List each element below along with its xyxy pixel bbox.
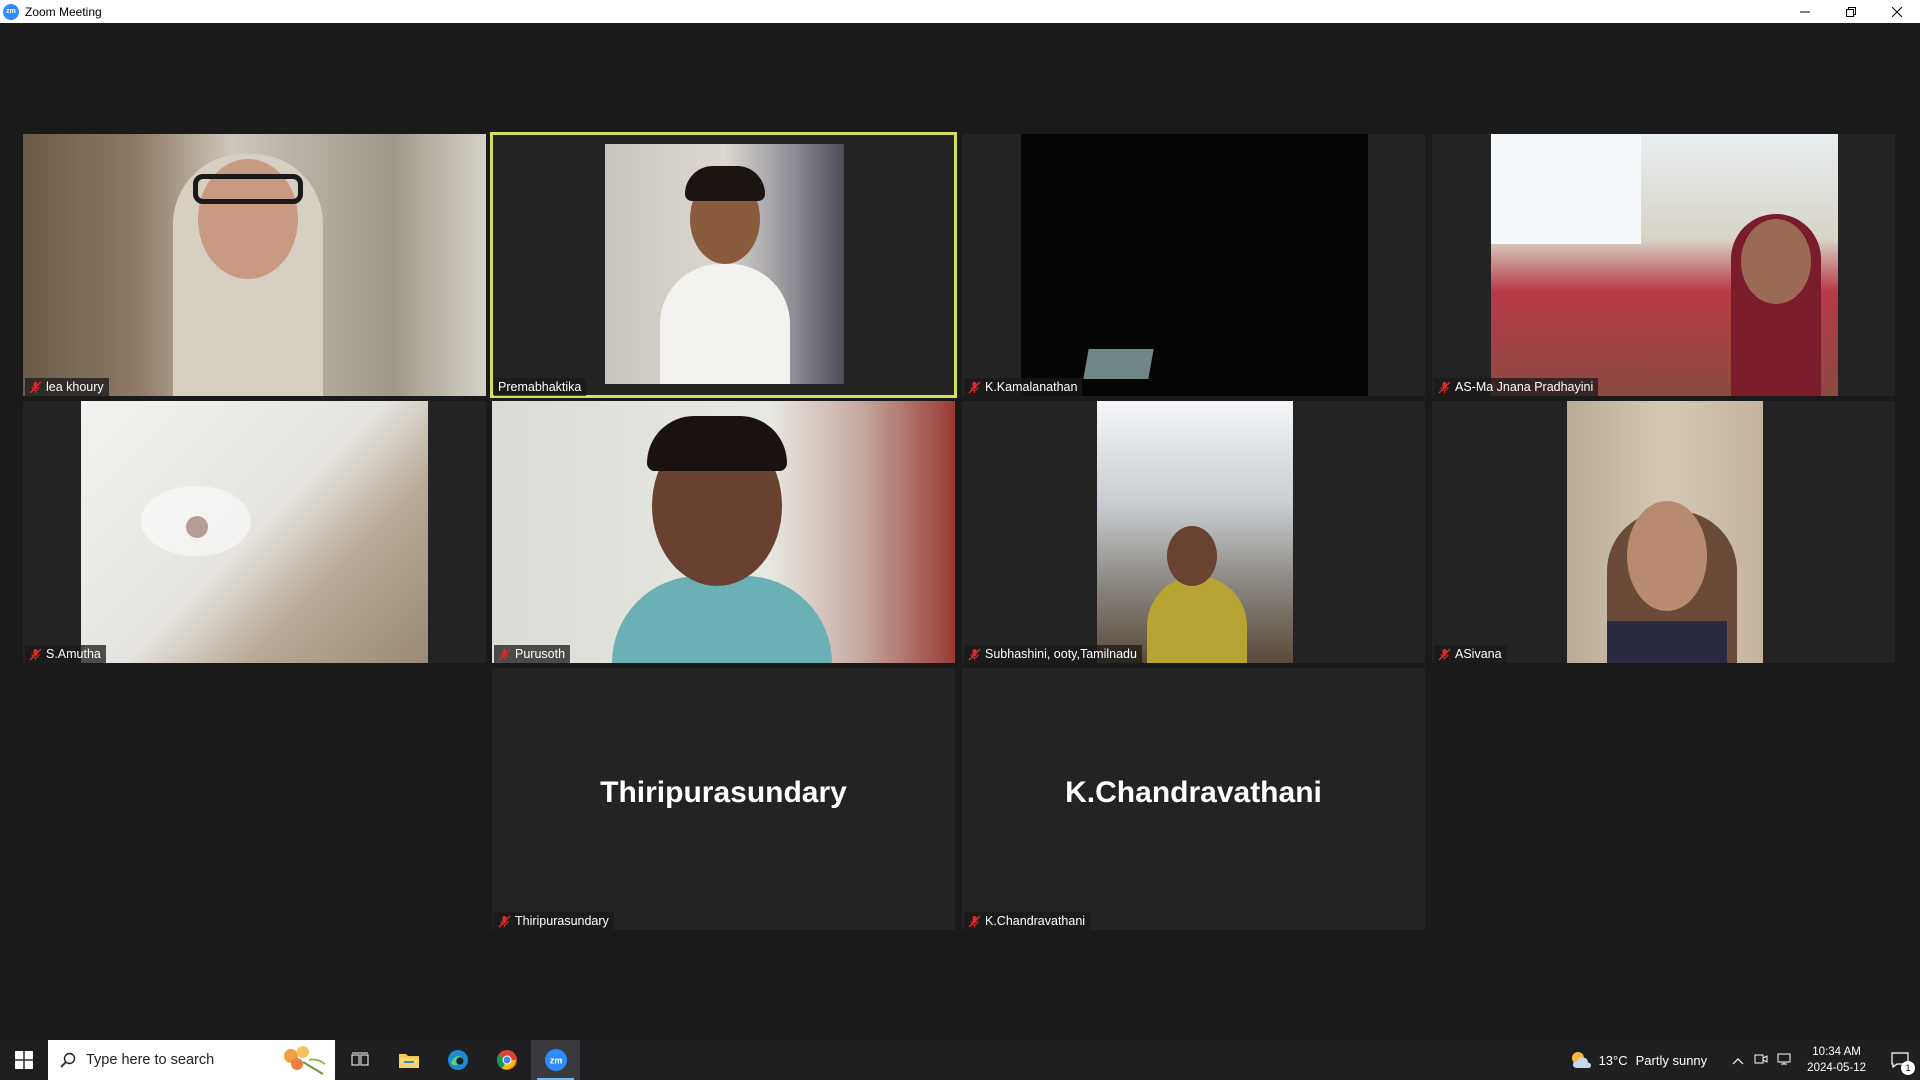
participant-tile-purusoth[interactable]: Purusoth — [492, 401, 955, 663]
participant-tile-subhashini[interactable]: Subhashini, ooty,Tamilnadu — [962, 401, 1425, 663]
mic-muted-icon — [968, 381, 981, 393]
restore-icon — [1846, 6, 1856, 17]
participant-tile-asivana[interactable]: ASivana — [1432, 401, 1895, 663]
participant-video — [1097, 401, 1293, 663]
search-highlight-icon — [284, 1046, 326, 1075]
participant-name: lea khoury — [46, 380, 104, 394]
weather-widget[interactable]: 13°C Partly sunny — [1569, 1050, 1708, 1070]
file-explorer-button[interactable] — [384, 1040, 433, 1080]
start-button[interactable] — [0, 1040, 48, 1080]
mic-muted-icon — [29, 648, 42, 660]
action-center-button[interactable]: 1 — [1880, 1040, 1920, 1080]
participant-tile-lea-khoury[interactable]: lea khoury — [23, 134, 486, 396]
participant-name: Subhashini, ooty,Tamilnadu — [985, 647, 1137, 661]
meeting-gallery-view: lea khoury Premabhaktika K.Kamalanathan — [0, 23, 1920, 1040]
meet-now-button[interactable] — [1749, 1052, 1773, 1069]
search-icon — [60, 1052, 76, 1068]
participant-namebar: S.Amutha — [25, 645, 106, 663]
mic-muted-icon — [968, 915, 981, 927]
participant-tile-k-chandravathani[interactable]: K.Chandravathani K.Chandravathani — [962, 668, 1425, 930]
participant-name: S.Amutha — [46, 647, 101, 661]
mic-muted-icon — [968, 648, 981, 660]
participant-video — [1021, 134, 1368, 396]
participant-name: ASivana — [1455, 647, 1502, 661]
show-hidden-icons-button[interactable] — [1727, 1053, 1749, 1068]
zoom-taskbar-label: zm — [549, 1056, 562, 1066]
participant-video — [492, 401, 955, 663]
participant-video — [81, 401, 428, 663]
participant-tile-premabhaktika[interactable]: Premabhaktika — [490, 132, 957, 398]
participant-namebar: Premabhaktika — [494, 378, 587, 396]
chevron-up-icon — [1732, 1057, 1744, 1064]
participant-name: Thiripurasundary — [515, 914, 609, 928]
system-tray: 13°C Partly sunny 10:34 AM 2024-05-12 1 — [1569, 1040, 1920, 1080]
participant-video — [1491, 134, 1838, 396]
camera-icon — [1754, 1054, 1768, 1063]
restore-button[interactable] — [1828, 0, 1874, 23]
zoom-app-icon: zm — [3, 3, 19, 20]
participant-name: K.Kamalanathan — [985, 380, 1078, 394]
edge-button[interactable] — [433, 1040, 482, 1080]
weather-condition: Partly sunny — [1635, 1052, 1708, 1068]
window-title: Zoom Meeting — [25, 4, 102, 19]
windows-taskbar: Type here to search zm 13°C Partly sunny… — [0, 1040, 1920, 1080]
participant-tile-as-ma-jnana-pradhayini[interactable]: AS-Ma Jnana Pradhayini — [1432, 134, 1895, 396]
participant-name: Premabhaktika — [498, 380, 582, 394]
participant-namebar: K.Chandravathani — [964, 912, 1091, 930]
participant-namebar: K.Kamalanathan — [964, 378, 1083, 396]
participant-tile-s-amutha[interactable]: S.Amutha — [23, 401, 486, 663]
participant-display-name: Thiripurasundary — [600, 776, 847, 809]
close-icon — [1892, 6, 1902, 17]
participant-name: AS-Ma Jnana Pradhayini — [1455, 380, 1594, 394]
minimize-icon — [1800, 11, 1810, 12]
partly-sunny-icon — [1571, 1052, 1591, 1068]
mic-muted-icon — [498, 915, 511, 927]
task-view-icon — [351, 1052, 368, 1066]
mic-muted-icon — [1438, 381, 1451, 393]
file-explorer-icon — [398, 1054, 419, 1068]
participant-tile-k-kamalanathan[interactable]: K.Kamalanathan — [962, 134, 1425, 396]
weather-temp: 13°C — [1598, 1052, 1628, 1068]
participant-namebar: ASivana — [1434, 645, 1507, 663]
close-button[interactable] — [1874, 0, 1920, 23]
window-controls — [1782, 0, 1920, 23]
clock-time: 10:34 AM — [1812, 1046, 1861, 1058]
participant-namebar: AS-Ma Jnana Pradhayini — [1434, 378, 1599, 396]
participant-video — [605, 144, 844, 384]
participant-tile-thiripurasundary[interactable]: Thiripurasundary Thiripurasundary — [492, 668, 955, 930]
participant-video — [1567, 401, 1763, 663]
search-placeholder: Type here to search — [86, 1052, 215, 1068]
notification-count-badge: 1 — [1901, 1061, 1915, 1075]
window-titlebar: zm Zoom Meeting — [0, 0, 1920, 23]
mic-muted-icon — [1438, 648, 1451, 660]
mic-muted-icon — [29, 381, 42, 393]
edge-icon — [447, 1050, 468, 1070]
zoom-taskbar-icon: zm — [544, 1049, 567, 1071]
minimize-button[interactable] — [1782, 0, 1828, 23]
participant-namebar: Thiripurasundary — [494, 912, 614, 930]
network-icon — [1777, 1053, 1791, 1064]
network-button[interactable] — [1773, 1052, 1797, 1069]
participant-video — [23, 134, 486, 396]
chrome-button[interactable] — [482, 1040, 531, 1080]
windows-start-icon — [15, 1051, 33, 1069]
mic-muted-icon — [498, 648, 511, 660]
zoom-taskbar-button[interactable]: zm — [531, 1040, 580, 1080]
chrome-icon — [496, 1050, 517, 1070]
taskbar-search[interactable]: Type here to search — [48, 1040, 335, 1080]
clock-date: 2024-05-12 — [1807, 1062, 1866, 1074]
participant-namebar: Subhashini, ooty,Tamilnadu — [964, 645, 1142, 663]
participant-name: Purusoth — [515, 647, 566, 661]
taskbar-clock[interactable]: 10:34 AM 2024-05-12 — [1807, 1044, 1866, 1076]
participant-name: K.Chandravathani — [985, 914, 1086, 928]
participant-namebar: Purusoth — [494, 645, 571, 663]
participant-namebar: lea khoury — [25, 378, 109, 396]
task-view-button[interactable] — [335, 1040, 384, 1080]
participant-display-name: K.Chandravathani — [1065, 776, 1322, 809]
